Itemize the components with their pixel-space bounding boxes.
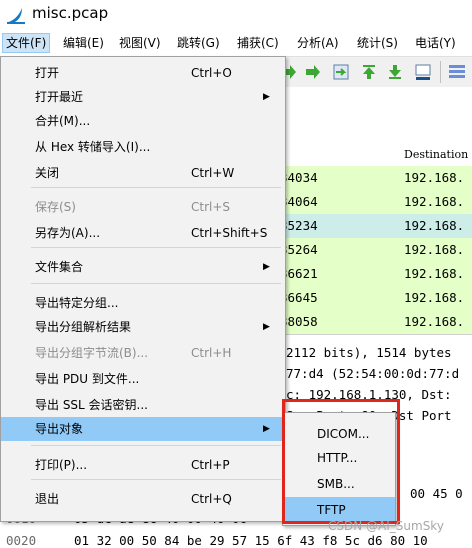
packet-row[interactable]: 38058 192.168. (280, 310, 472, 334)
file-menu-item[interactable]: 打开 Ctrl+O (1, 61, 285, 85)
title-bar: misc.pcap (0, 0, 472, 30)
packet-row[interactable]: 36621 192.168. (280, 262, 472, 286)
menu-item-label: 文件集合 (35, 260, 84, 274)
file-menu-item[interactable]: 合并(M)... (1, 109, 285, 133)
menu-0[interactable]: 文件(F) (2, 33, 51, 53)
toolbar-separator (440, 61, 441, 83)
menu-1[interactable]: 编辑(E) (60, 34, 107, 52)
packet-destination: 192.168. (404, 170, 465, 185)
menu-item-label: 从 Hex 转储导入(I)... (35, 140, 151, 154)
menu-item-shortcut: Ctrl+S (191, 200, 231, 214)
menu-item-label: 导出特定分组... (35, 296, 119, 310)
column-destination[interactable]: Destination (404, 148, 468, 161)
watermark: CSDN @AI_SumSky (328, 519, 444, 533)
file-menu-item[interactable]: 导出分组解析结果 ▶ (1, 315, 285, 339)
file-menu-item[interactable]: 导出 SSL 会话密钥... (1, 393, 285, 417)
menu-item-label: 导出分组解析结果 (35, 320, 132, 334)
wireshark-fin-icon (7, 8, 25, 24)
detail-line[interactable]: 2112 bits), 1514 bytes (286, 345, 452, 360)
first-packet-icon[interactable] (360, 63, 378, 81)
menu-separator (31, 445, 281, 446)
packet-destination: 192.168. (404, 314, 465, 329)
packet-destination: 192.168. (404, 194, 465, 209)
packet-destination: 192.168. (404, 218, 465, 233)
menu-item-label: 导出 SSL 会话密钥... (35, 398, 148, 412)
menu-item-label: 合并(M)... (35, 114, 91, 128)
file-menu-item[interactable]: 另存为(A)... Ctrl+Shift+S (1, 221, 285, 245)
packet-list: Destination 34034 192.168. 34064 192.168. 35… (280, 114, 472, 358)
menu-item-label: 关闭 (35, 166, 60, 180)
detail-line[interactable]: 77:d4 (52:54:00:0d:77:d (286, 366, 459, 381)
file-menu-item[interactable]: 导出对象 ▶ (1, 417, 285, 441)
colorize-icon[interactable] (448, 63, 466, 81)
submenu-arrow-icon: ▶ (263, 322, 270, 332)
menu-2[interactable]: 视图(V) (116, 34, 164, 52)
submenu-arrow-icon: ▶ (263, 92, 270, 102)
menu-item-label: 打开最近 (35, 90, 84, 104)
packet-destination: 192.168. (404, 242, 465, 257)
window-title: misc.pcap (32, 4, 109, 22)
packet-destination: 192.168. (404, 266, 465, 281)
hex-bytes[interactable]: 01 32 00 50 84 be 29 57 15 6f 43 f8 5c d… (74, 533, 428, 548)
menu-7[interactable]: 电话(Y) (412, 34, 459, 52)
toolbar (280, 57, 472, 87)
go-forward-icon[interactable] (304, 63, 322, 81)
file-menu-item[interactable]: 关闭 Ctrl+W (1, 161, 285, 185)
menu-separator (31, 283, 281, 284)
file-menu-item[interactable]: 导出 PDU 到文件... (1, 367, 285, 391)
display-filter-bar[interactable] (280, 88, 472, 115)
go-to-packet-icon[interactable] (332, 63, 350, 81)
menu-item-shortcut: Ctrl+W (191, 166, 235, 180)
menu-item-label: 导出对象 (35, 422, 84, 436)
menu-separator (31, 187, 281, 188)
menu-item-label: 保存(S) (35, 200, 76, 214)
menu-item-shortcut: Ctrl+O (191, 66, 232, 80)
file-menu-item[interactable]: 退出 Ctrl+Q (1, 487, 285, 511)
file-menu-item[interactable]: 打印(P)... Ctrl+P (1, 453, 285, 477)
file-menu-item: 保存(S) Ctrl+S (1, 195, 285, 219)
menu-item-shortcut: Ctrl+Shift+S (191, 226, 268, 240)
menu-bar: 文件(F) 编辑(E) 视图(V) 跳转(G) 捕获(C) 分析(A) 统计(S) 电话(Y) (0, 30, 472, 57)
hex-offset: 0020 (6, 533, 37, 548)
menu-3[interactable]: 跳转(G) (174, 34, 223, 52)
file-menu-item[interactable]: 导出特定分组... (1, 291, 285, 315)
file-menu-item[interactable]: 打开最近 ▶ (1, 85, 285, 109)
file-menu-dropdown: 打开 Ctrl+O 打开最近 ▶ 合并(M)... 从 Hex 转储导入(I)... 关闭 C… (0, 56, 286, 522)
menu-5[interactable]: 分析(A) (294, 34, 342, 52)
menu-separator (31, 247, 281, 248)
submenu-arrow-icon: ▶ (263, 262, 270, 272)
menu-item-label: 打开 (35, 66, 60, 80)
file-menu-item[interactable]: 文件集合 ▶ (1, 255, 285, 279)
menu-separator (31, 479, 281, 480)
menu-item-shortcut: Ctrl+Q (191, 492, 232, 506)
menu-6[interactable]: 统计(S) (354, 34, 401, 52)
menu-item-shortcut: Ctrl+P (191, 458, 230, 472)
menu-item-label: 打印(P)... (35, 458, 88, 472)
packet-row[interactable]: 35264 192.168. (280, 238, 472, 262)
packet-row[interactable]: 35234 192.168. (280, 214, 472, 238)
packet-destination: 192.168. (404, 290, 465, 305)
menu-item-label: 退出 (35, 492, 60, 506)
menu-item-label: 导出分组字节流(B)... (35, 346, 149, 360)
menu-item-label: 另存为(A)... (35, 226, 101, 240)
packet-list-header: Destination (280, 144, 472, 167)
submenu-arrow-icon: ▶ (263, 424, 270, 434)
autoscroll-icon[interactable] (414, 63, 432, 81)
menu-item-label: 导出 PDU 到文件... (35, 372, 140, 386)
packet-row[interactable]: 36645 192.168. (280, 286, 472, 310)
last-packet-icon[interactable] (386, 63, 404, 81)
menu-item-shortcut: Ctrl+H (191, 346, 232, 360)
hex-bytes[interactable]: 00 45 0 (410, 486, 463, 501)
file-menu-item: 导出分组字节流(B)... Ctrl+H (1, 341, 285, 365)
annotation-highlight-box (282, 399, 400, 524)
packet-row[interactable]: 34034 192.168. (280, 166, 472, 190)
menu-4[interactable]: 捕获(C) (234, 34, 282, 52)
file-menu-item[interactable]: 从 Hex 转储导入(I)... (1, 135, 285, 159)
packet-row[interactable]: 34064 192.168. (280, 190, 472, 214)
